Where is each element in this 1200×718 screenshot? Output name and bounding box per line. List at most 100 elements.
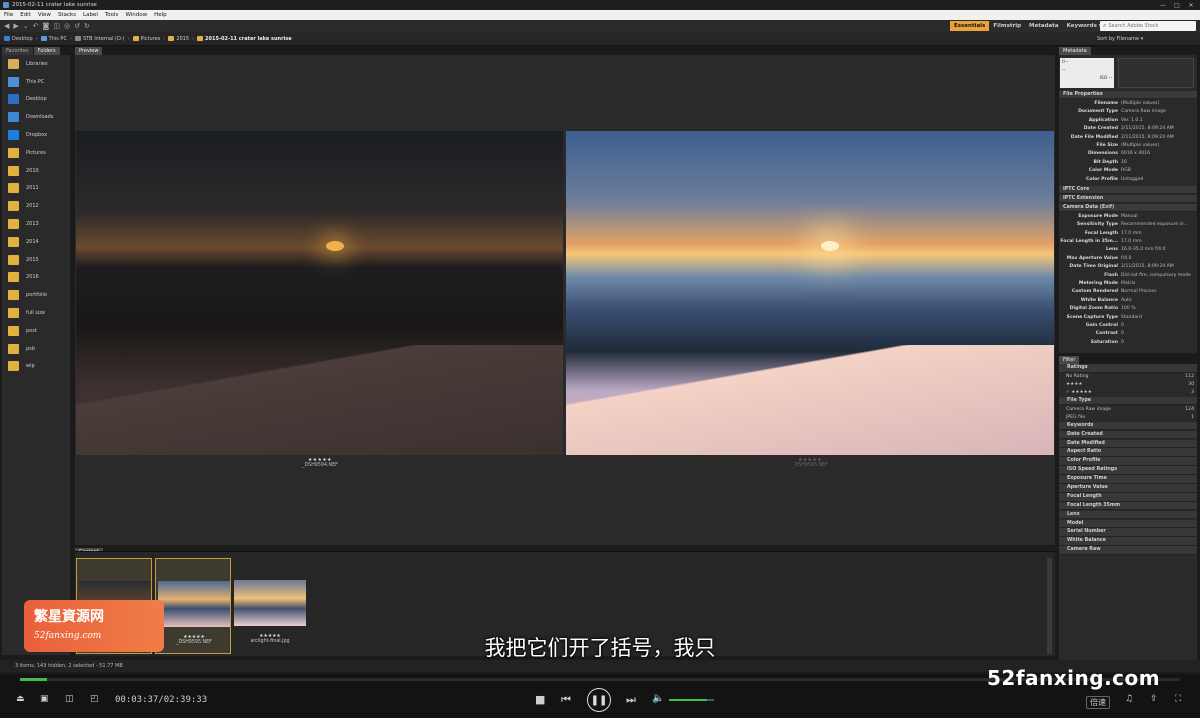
filter-section-iso-speed-ratings[interactable]: ISO Speed Ratings: [1059, 466, 1197, 475]
breadcrumb-desktop[interactable]: Desktop ›: [4, 36, 38, 42]
breadcrumb-pictures[interactable]: Pictures ›: [132, 36, 165, 42]
stop-icon[interactable]: ■: [535, 693, 545, 706]
workspace-metadata[interactable]: Metadata: [1025, 21, 1063, 31]
file-type-filter-row[interactable]: Camera Raw image 124: [1059, 406, 1197, 414]
tab-filter[interactable]: Filter: [1059, 356, 1080, 364]
sidebar-item-portfolio[interactable]: portfolio: [2, 286, 70, 304]
pause-button[interactable]: ❚❚: [587, 688, 611, 712]
content-thumb-2[interactable]: ★★★★★ _DSH9595.NEF: [155, 558, 231, 654]
filter-section-date-modified[interactable]: Date Modified: [1059, 439, 1197, 449]
rating-filter-row[interactable]: No Rating 112: [1059, 373, 1197, 381]
menu-window[interactable]: Window: [125, 12, 147, 18]
filter-section-aperture-value[interactable]: Aperture Value: [1059, 484, 1197, 493]
rating-filter-row[interactable]: ✓ ★★★★★ 3: [1059, 389, 1197, 397]
sidebar-item-post[interactable]: post: [2, 322, 70, 340]
section-iptc-core[interactable]: IPTC Core: [1059, 185, 1197, 194]
section-camera-data[interactable]: Camera Data (Exif): [1059, 203, 1197, 212]
tab-folders[interactable]: Folders: [33, 47, 60, 55]
tab-favorites[interactable]: Favorites: [2, 47, 33, 55]
volume-slider[interactable]: [669, 699, 714, 701]
sidebar-item-desktop[interactable]: Desktop: [2, 91, 70, 109]
volume-icon[interactable]: 🔈: [652, 693, 664, 704]
menu-stacks[interactable]: Stacks: [58, 12, 76, 18]
filter-section-color-profile[interactable]: Color Profile: [1059, 457, 1197, 466]
sidebar-item-2012[interactable]: 2012: [2, 197, 70, 215]
close-button[interactable]: ✕: [1184, 0, 1198, 10]
fullscreen-icon[interactable]: ⛶: [1175, 694, 1181, 704]
cast-icon[interactable]: ◰: [90, 694, 99, 704]
content-scrollbar[interactable]: [1047, 558, 1052, 654]
sidebar-item-full-size[interactable]: full size: [2, 304, 70, 322]
search-input[interactable]: [1108, 23, 1195, 29]
filter-section-lens[interactable]: Lens: [1059, 510, 1197, 520]
sidebar-item-2014[interactable]: 2014: [2, 233, 70, 251]
rating-filter-row[interactable]: ★★★★ 30: [1059, 381, 1197, 389]
filter-section-keywords[interactable]: Keywords: [1059, 421, 1197, 431]
filter-section-date-created[interactable]: Date Created: [1059, 430, 1197, 440]
filter-section-white-balance[interactable]: White Balance: [1059, 537, 1197, 546]
next-icon[interactable]: ⏭: [626, 693, 636, 707]
tab-metadata[interactable]: Metadata: [1059, 47, 1091, 55]
tab-preview[interactable]: Preview: [75, 47, 103, 55]
filter-section-ratings[interactable]: Ratings: [1059, 364, 1197, 373]
headphones-icon[interactable]: ♫: [1125, 694, 1133, 704]
speed-button[interactable]: 倍速: [1086, 696, 1110, 709]
menu-help[interactable]: Help: [154, 12, 167, 18]
menu-view[interactable]: View: [38, 12, 51, 18]
recent-icon[interactable]: ⌄: [23, 22, 29, 30]
file-type-filter-label: Camera Raw image: [1066, 406, 1111, 412]
rotate-right-icon[interactable]: ↻: [84, 22, 90, 30]
subtitle-icon[interactable]: ▣: [40, 694, 49, 704]
filter-section-aspect-ratio[interactable]: Aspect Ratio: [1059, 448, 1197, 458]
boomerang-icon[interactable]: ↶: [33, 22, 39, 30]
filter-section-focal-length[interactable]: Focal Length: [1059, 492, 1197, 502]
filter-section-exposure-time[interactable]: Exposure Time: [1059, 475, 1197, 484]
sidebar-item-pictures[interactable]: Pictures: [2, 144, 70, 162]
camera-icon[interactable]: ◙: [43, 22, 50, 30]
previous-icon[interactable]: ⏮: [561, 693, 571, 707]
sidebar-item-2016[interactable]: 2016: [2, 269, 70, 287]
section-file-properties[interactable]: File Properties: [1059, 91, 1197, 99]
workspace-filmstrip[interactable]: Filmstrip: [989, 21, 1025, 31]
sort-dropdown[interactable]: Sort by Filename ▾: [1097, 36, 1143, 42]
rotate-left-icon[interactable]: ↺: [74, 22, 80, 30]
sidebar-item-downloads[interactable]: Downloads: [2, 108, 70, 126]
filter-section-serial-number[interactable]: Serial Number: [1059, 528, 1197, 538]
filter-section-file-type[interactable]: File Type: [1059, 396, 1197, 406]
breadcrumb-current[interactable]: 2015-02-11 crater lake sunrise: [197, 36, 292, 42]
preview-image-dark[interactable]: [76, 131, 563, 455]
sidebar-item-wip[interactable]: wip: [2, 358, 70, 376]
breadcrumb-this-pc[interactable]: This PC ›: [40, 36, 72, 42]
sidebar-item-libraries[interactable]: Libraries: [2, 55, 70, 73]
open-in-camera-raw-icon[interactable]: ◎: [64, 22, 70, 30]
preview-image-bright[interactable]: [566, 131, 1054, 455]
filter-section-focal-length-35mm[interactable]: Focal Length 35mm: [1059, 501, 1197, 511]
refine-icon[interactable]: ◫: [53, 22, 60, 30]
maximize-button[interactable]: □: [1170, 0, 1184, 10]
content-thumb-3[interactable]: ★★★★★ arclight-final.jpg: [232, 558, 308, 654]
sidebar-item-2011[interactable]: 2011: [2, 180, 70, 198]
filter-section-camera-raw[interactable]: Camera Raw: [1059, 546, 1197, 555]
eject-icon[interactable]: ⏏: [16, 694, 25, 704]
sidebar-item-2010[interactable]: 2010: [2, 162, 70, 180]
workspace-essentials[interactable]: Essentials: [950, 21, 990, 31]
menu-label[interactable]: Label: [83, 12, 98, 18]
sidebar-item-2015[interactable]: 2015: [2, 251, 70, 269]
menu-edit[interactable]: Edit: [20, 12, 31, 18]
breadcrumb-drive[interactable]: STB Internal (D:) ›: [74, 36, 130, 42]
sidebar-item-this-pc[interactable]: This PC: [2, 73, 70, 91]
sidebar-item-dropbox[interactable]: Dropbox: [2, 126, 70, 144]
sidebar-item-psb[interactable]: psb: [2, 340, 70, 358]
file-type-filter-row[interactable]: JPEG file 1: [1059, 414, 1197, 422]
section-iptc-extension[interactable]: IPTC Extension: [1059, 194, 1197, 203]
minimize-button[interactable]: —: [1156, 0, 1170, 10]
forward-icon[interactable]: ▶: [13, 22, 18, 30]
screenshot-icon[interactable]: ◫: [65, 694, 74, 704]
menu-file[interactable]: File: [4, 12, 13, 18]
filter-section-model[interactable]: Model: [1059, 519, 1197, 529]
sidebar-item-2013[interactable]: 2013: [2, 215, 70, 233]
share-icon[interactable]: ⇪: [1150, 694, 1158, 704]
menu-tools[interactable]: Tools: [105, 12, 119, 18]
breadcrumb-2015[interactable]: 2015 ›: [168, 36, 194, 42]
back-icon[interactable]: ◀: [4, 22, 9, 30]
